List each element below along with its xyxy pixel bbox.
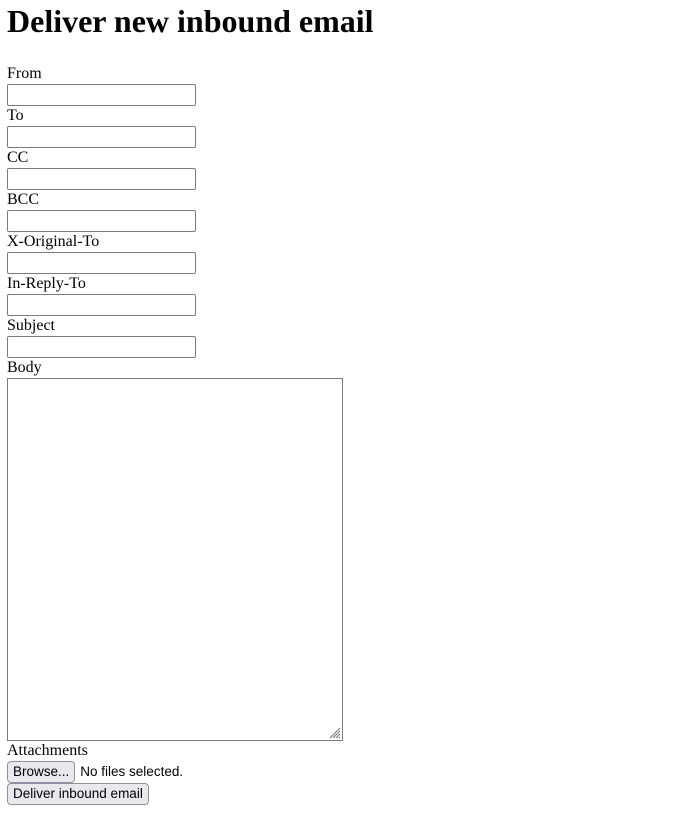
deliver-inbound-email-button[interactable]: Deliver inbound email <box>7 783 149 805</box>
from-input[interactable] <box>7 84 196 106</box>
browse-button[interactable]: Browse... <box>7 760 76 783</box>
subject-label: Subject <box>7 317 55 334</box>
inbound-email-form: From To CC BCC X-Original-To In-Reply-To… <box>7 65 691 805</box>
in-reply-to-label: In-Reply-To <box>7 275 86 292</box>
to-input[interactable] <box>7 126 196 148</box>
attachments-label: Attachments <box>7 742 88 759</box>
body-textarea[interactable] <box>7 378 343 741</box>
to-label: To <box>7 107 24 124</box>
cc-input[interactable] <box>7 168 196 190</box>
file-status-text: No files selected. <box>80 764 184 779</box>
bcc-label: BCC <box>7 191 40 208</box>
submit-row: Deliver inbound email <box>7 783 691 805</box>
in-reply-to-input[interactable] <box>7 294 196 316</box>
x-original-to-input[interactable] <box>7 252 196 274</box>
subject-input[interactable] <box>7 336 196 358</box>
cc-label: CC <box>7 149 29 166</box>
resize-grip-icon[interactable] <box>329 727 341 739</box>
body-label: Body <box>7 359 42 376</box>
bcc-input[interactable] <box>7 210 196 232</box>
from-label: From <box>7 65 42 82</box>
x-original-to-label: X-Original-To <box>7 233 100 250</box>
body-textarea-wrapper <box>7 378 343 741</box>
page-title: Deliver new inbound email <box>7 3 374 39</box>
page: Deliver new inbound email From To CC BCC… <box>0 0 698 805</box>
file-picker: Browse... No files selected. <box>7 760 691 783</box>
